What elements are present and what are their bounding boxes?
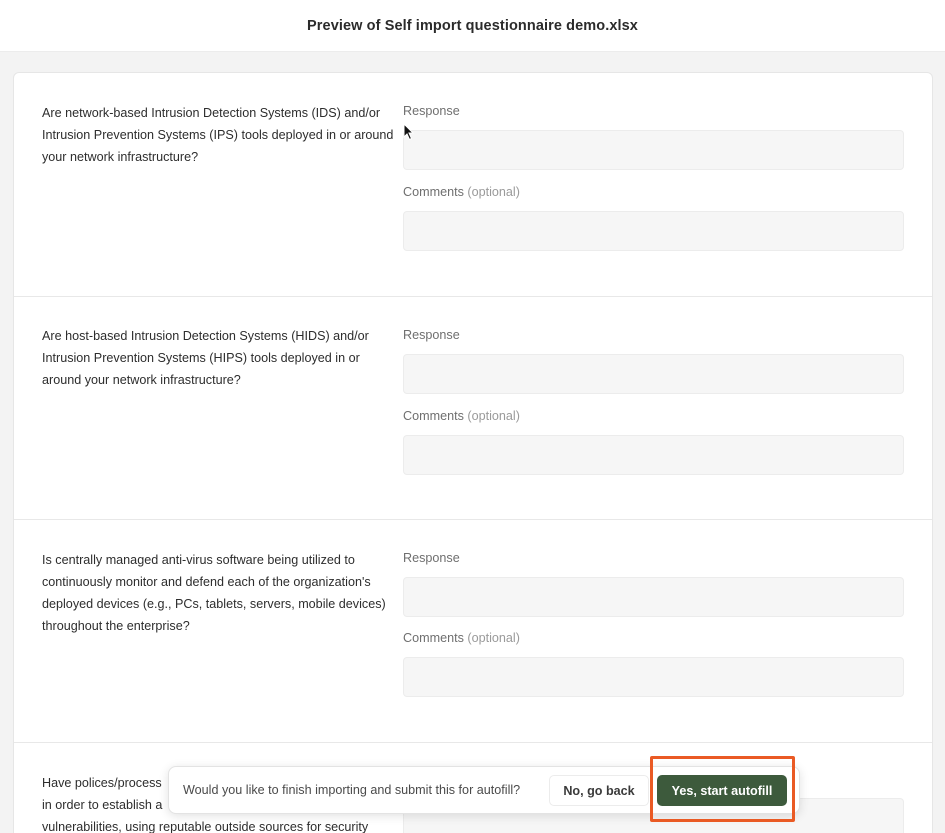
question-row: Is centrally managed anti-virus software…	[14, 520, 932, 743]
page-title: Preview of Self import questionnaire dem…	[307, 17, 638, 34]
question-text: Are network-based Intrusion Detection Sy…	[42, 106, 394, 164]
comments-input[interactable]	[403, 211, 904, 251]
start-autofill-button[interactable]: Yes, start autofill	[657, 775, 787, 806]
question-text: Are host-based Intrusion Detection Syste…	[42, 329, 369, 387]
question-text-line: vulnerabilities, using reputable outside…	[42, 820, 369, 833]
questionnaire-panel: Are network-based Intrusion Detection Sy…	[13, 72, 933, 833]
toast-message: Would you like to finish importing and s…	[183, 783, 521, 797]
question-text: Is centrally managed anti-virus software…	[42, 553, 386, 633]
response-input[interactable]	[403, 354, 904, 394]
response-label: Response	[403, 104, 460, 118]
response-label: Response	[403, 328, 460, 342]
autofill-confirm-toast: Would you like to finish importing and s…	[168, 766, 800, 814]
go-back-button[interactable]: No, go back	[549, 775, 649, 806]
mouse-pointer-icon	[403, 123, 415, 141]
preview-header: Preview of Self import questionnaire dem…	[0, 0, 945, 52]
response-label: Response	[403, 551, 460, 565]
comments-label: Comments (optional)	[403, 631, 520, 645]
comments-label: Comments (optional)	[403, 409, 520, 423]
question-row: Are network-based Intrusion Detection Sy…	[14, 73, 932, 297]
question-row: Are host-based Intrusion Detection Syste…	[14, 297, 932, 520]
response-input[interactable]	[403, 130, 904, 170]
comments-label: Comments (optional)	[403, 185, 520, 199]
comments-input[interactable]	[403, 435, 904, 475]
comments-input[interactable]	[403, 657, 904, 697]
response-input[interactable]	[403, 577, 904, 617]
